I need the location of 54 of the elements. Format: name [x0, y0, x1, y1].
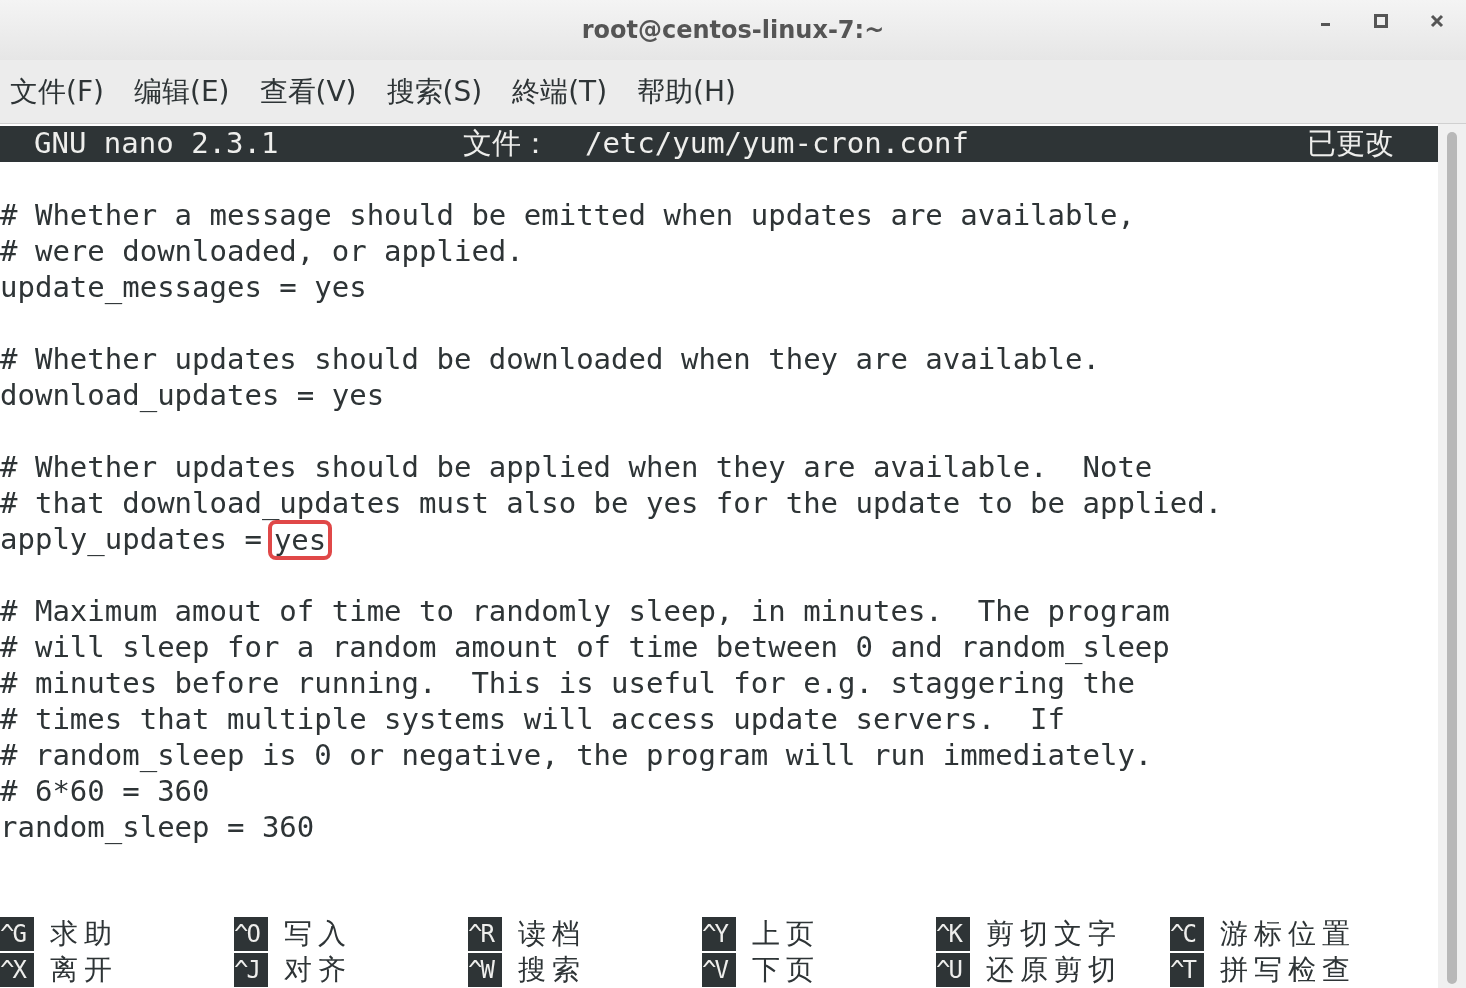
code-comment: # Maximum amout of time to randomly sleep, in minutes. The program: [0, 593, 1170, 631]
code-comment: # minutes before running. This is useful for e.g. staggering the: [0, 665, 1135, 703]
shortcut-label: 还原剪切: [986, 952, 1122, 988]
shortcut-label: 求助: [50, 916, 118, 952]
config-line: download_updates = yes: [0, 377, 385, 415]
shortcut-label: 拼写检查: [1220, 952, 1356, 988]
highlighted-value: yes: [267, 520, 333, 560]
menu-item[interactable]: 查看(V): [259, 70, 357, 113]
shortcut-key: ^X: [0, 953, 34, 987]
scrollbar-thumb[interactable]: [1447, 132, 1457, 984]
shortcut-label: 离开: [50, 952, 118, 988]
config-line: random_sleep = 360: [0, 809, 315, 847]
code-comment: # will sleep for a random amount of time between 0 and random_sleep: [0, 629, 1170, 667]
shortcut-label: 写入: [284, 916, 352, 952]
shortcut-key: ^O: [234, 917, 268, 951]
shortcut-key: ^W: [468, 953, 502, 987]
code-comment: # random_sleep is 0 or negative, the program will run immediately.: [0, 737, 1153, 775]
config-line: apply_updates =: [0, 521, 262, 559]
code-comment: # Whether a message should be emitted when updates are available,: [0, 197, 1135, 235]
shortcut-key: ^T: [1170, 953, 1204, 987]
menu-item[interactable]: 文件(F): [10, 70, 104, 113]
shortcut-label: 上页: [752, 916, 820, 952]
nano-version: GNU nano 2.3.1: [34, 125, 279, 163]
shortcut-label: 搜索: [518, 952, 586, 988]
code-comment: # 6*60 = 360: [0, 773, 210, 811]
code-comment: # Whether updates should be applied when they are available. Note: [0, 449, 1153, 487]
shortcut-key: ^U: [936, 953, 970, 987]
close-icon[interactable]: [1430, 14, 1444, 28]
code-comment: # Whether updates should be downloaded when they are available.: [0, 341, 1100, 379]
modified-status: 已更改: [1307, 125, 1394, 163]
menu-item[interactable]: 終端(T): [512, 70, 608, 113]
shortcut-key: ^V: [702, 953, 736, 987]
code-comment: # times that multiple systems will access update servers. If: [0, 701, 1066, 739]
code-comment: # that download_updates must also be yes for the update to be applied.: [0, 485, 1223, 523]
shortcut-key: ^Y: [702, 917, 736, 951]
maximize-icon[interactable]: [1374, 14, 1388, 28]
file-path: 文件： /etc/yum/yum-cron.conf: [463, 125, 970, 163]
menu-item[interactable]: 编辑(E): [133, 70, 230, 113]
config-line: update_messages = yes: [0, 269, 367, 307]
shortcut-label: 剪切文字: [986, 916, 1122, 952]
shortcut-label: 对齐: [284, 952, 352, 988]
shortcut-key: ^C: [1170, 917, 1204, 951]
shortcut-key: ^G: [0, 917, 34, 951]
menu-item[interactable]: 帮助(H): [637, 70, 736, 113]
shortcut-key: ^J: [234, 953, 268, 987]
shortcut-label: 读档: [518, 916, 586, 952]
menu-item[interactable]: 搜索(S): [386, 70, 483, 113]
window-title: root@centos-linux-7:~: [581, 15, 885, 46]
shortcut-label: 游标位置: [1220, 916, 1356, 952]
code-comment: # were downloaded, or applied.: [0, 233, 524, 271]
scrollbar[interactable]: [1438, 124, 1466, 988]
shortcut-label: 下页: [752, 952, 820, 988]
shortcut-key: ^K: [936, 917, 970, 951]
shortcut-key: ^R: [468, 917, 502, 951]
